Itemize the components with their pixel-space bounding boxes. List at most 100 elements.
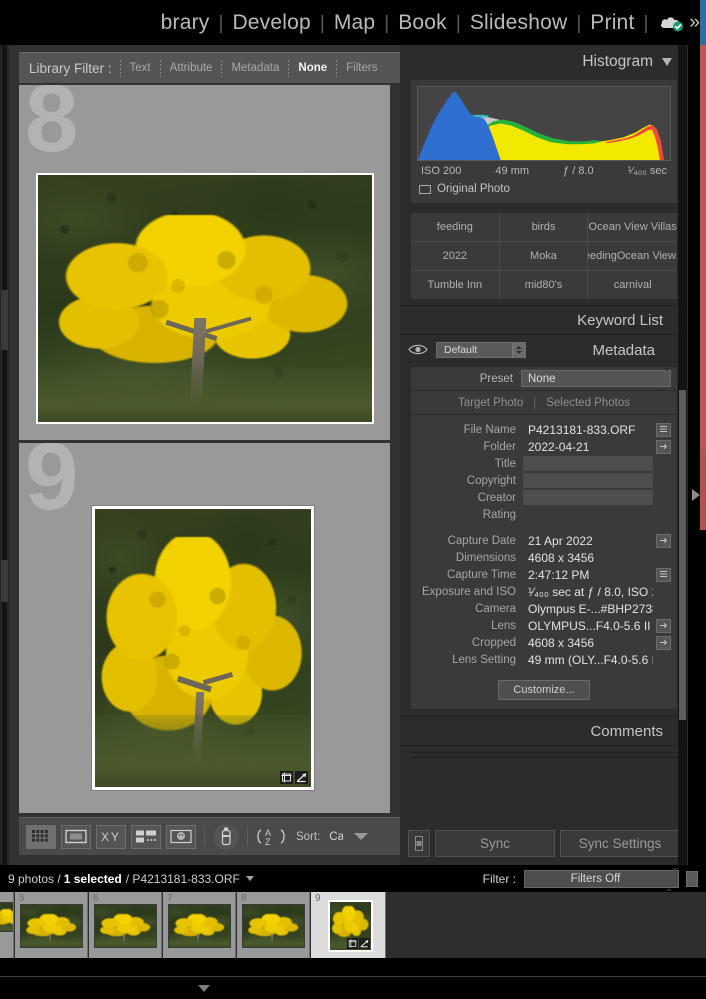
chevron-down-icon[interactable] [245, 876, 254, 881]
thumbnail-index: 9 [315, 893, 321, 904]
keyword-cell[interactable]: feeding [411, 213, 500, 242]
filmstrip-item-8[interactable]: 8 [237, 892, 310, 958]
preset-select[interactable]: None [521, 368, 671, 391]
original-photo-toggle[interactable]: Original Photo [417, 177, 671, 195]
panel-end-divider [410, 752, 678, 758]
histogram-plot[interactable] [417, 86, 671, 161]
arrow-icon[interactable] [656, 439, 671, 454]
sync-settings-button[interactable]: Sync Settings [560, 830, 680, 857]
field-label: Title [494, 457, 516, 470]
people-view-icon[interactable] [166, 824, 196, 849]
chevron-down-icon[interactable] [662, 58, 672, 66]
develop-adjustment-badge-icon[interactable] [359, 938, 370, 949]
filter-text[interactable]: Text [121, 62, 160, 74]
customize-button[interactable]: Customize... [498, 680, 590, 700]
keyword-cell[interactable]: carnival [588, 271, 677, 299]
sync-button[interactable]: Sync [435, 830, 555, 857]
filmstrip-empty-area [386, 892, 706, 958]
sort-direction-icon[interactable]: A Z [256, 827, 286, 846]
field-value[interactable]: 2:47:12 PM [523, 567, 653, 582]
keyword-cell[interactable]: birds [499, 213, 589, 242]
filmstrip-item-5[interactable]: 5 [15, 892, 88, 958]
keyword-list-header[interactable]: plus-icon Keyword List [400, 305, 688, 335]
photo-thumbnail[interactable] [38, 175, 372, 422]
field-value[interactable] [523, 473, 653, 488]
module-library[interactable]: brary [161, 11, 219, 35]
window-edge-accent-blue [700, 0, 706, 45]
metadata-row-rating: Rating [411, 506, 677, 523]
field-value[interactable]: 2022-04-21 [523, 439, 653, 454]
keyword-cell[interactable]: feedingOcean View... [588, 242, 677, 271]
original-photo-checkbox-icon[interactable] [419, 184, 431, 194]
keyword-cell[interactable]: Ocean View Villas [588, 213, 677, 242]
right-panel-scrollbar-thumb[interactable] [679, 390, 686, 720]
module-slideshow[interactable]: Slideshow [461, 11, 577, 35]
photo-thumbnail-selected[interactable] [95, 509, 311, 787]
metadata-view-select[interactable]: Default [436, 342, 526, 358]
filmstrip-collapse-icon[interactable] [198, 985, 210, 992]
metadata-header: Default Metadata [400, 337, 688, 363]
spray-can-icon[interactable] [213, 823, 239, 850]
keyword-cell[interactable]: 2022 [411, 242, 500, 271]
grid-view-pane: Library Filter : Text Attribute Metadata… [9, 45, 400, 865]
filter-presets-label[interactable]: Filters [337, 62, 386, 74]
arrow-icon[interactable] [656, 635, 671, 650]
compare-view-icon[interactable]: X Y [96, 824, 126, 849]
filter-none[interactable]: None [289, 62, 336, 74]
filter-select[interactable]: Filters Off [524, 867, 679, 891]
field-value: OLYMPUS...F4.0-5.6 II [528, 618, 651, 633]
crop-badge-icon[interactable] [347, 938, 358, 949]
comments-header[interactable]: Comments [400, 716, 688, 746]
selected-photos-option[interactable]: Selected Photos [546, 397, 630, 409]
stepper-icon[interactable] [512, 343, 525, 357]
field-value[interactable] [523, 507, 653, 522]
right-panel-collapse-icon[interactable] [692, 489, 700, 501]
develop-adjustment-badge-icon[interactable] [295, 771, 308, 784]
sort-value[interactable]: Ca [329, 831, 343, 843]
left-panel-handle[interactable] [1, 290, 8, 350]
keyword-cell[interactable]: mid80's [500, 271, 589, 299]
stepper-icon[interactable] [666, 867, 678, 891]
survey-view-icon[interactable] [131, 824, 161, 849]
list-icon[interactable] [656, 422, 671, 437]
target-photo-option[interactable]: Target Photo [458, 397, 523, 409]
module-map[interactable]: Map [325, 11, 384, 35]
cloud-sync-area[interactable]: » [648, 13, 700, 33]
grid-cell-9[interactable]: 9 [19, 443, 390, 813]
arrow-icon[interactable] [656, 533, 671, 548]
keyword-cell[interactable]: Tumble Inn [411, 271, 500, 299]
module-print[interactable]: Print [581, 11, 643, 35]
filmstrip-item-9-selected[interactable]: 9 [311, 892, 386, 958]
svg-text:Z: Z [265, 837, 271, 846]
field-value[interactable]: P4213181-833.ORF [523, 422, 653, 437]
filmstrip-item-7[interactable]: 7 [163, 892, 236, 958]
left-panel-handle-secondary[interactable] [1, 560, 8, 602]
filter-metadata[interactable]: Metadata [222, 62, 288, 74]
module-develop[interactable]: Develop [223, 11, 319, 35]
left-panel-edge[interactable] [0, 45, 9, 865]
stepper-icon[interactable] [658, 368, 670, 391]
filmstrip-track[interactable]: 5 6 7 8 9 [0, 892, 706, 958]
grid-cell-8[interactable]: 8 [19, 85, 390, 440]
keyword-cell[interactable]: Moka [499, 242, 589, 271]
chevron-double-right-icon[interactable]: » [689, 13, 700, 32]
arrow-icon[interactable] [656, 618, 671, 633]
library-filter-bar[interactable]: Library Filter : Text Attribute Metadata… [19, 52, 400, 83]
toolbar-options-caret-icon[interactable] [354, 833, 369, 840]
histogram-header[interactable]: Histogram [400, 45, 688, 79]
filmstrip-item-6[interactable]: 6 [89, 892, 162, 958]
crop-badge-icon[interactable] [280, 771, 293, 784]
loupe-view-icon[interactable] [61, 824, 91, 849]
filter-attribute[interactable]: Attribute [161, 62, 222, 74]
grid-view-icon[interactable] [26, 824, 56, 849]
field-value[interactable] [523, 490, 653, 505]
field-value[interactable]: 21 Apr 2022 [523, 533, 653, 548]
filmstrip-toggle-icon[interactable] [686, 870, 698, 887]
field-value[interactable] [523, 456, 653, 471]
auto-sync-toggle-icon[interactable] [408, 830, 430, 857]
module-book[interactable]: Book [389, 11, 456, 35]
filmstrip-item-partial[interactable] [0, 892, 14, 958]
eye-icon[interactable] [408, 343, 428, 357]
list-icon[interactable] [656, 567, 671, 582]
cloud-sync-icon[interactable] [658, 13, 686, 33]
